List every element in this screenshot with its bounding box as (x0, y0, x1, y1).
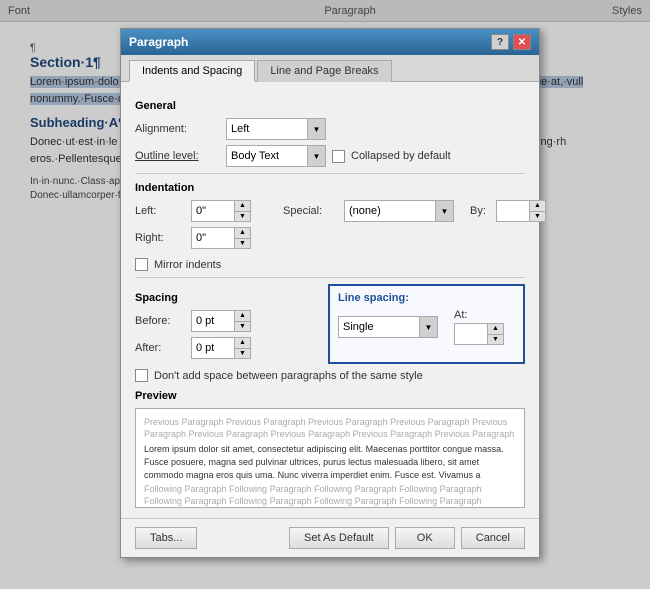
indent-special-col: Special: (none) ▼ By: ▲ ▼ (283, 200, 546, 254)
after-row: After: ▲ ▼ (135, 337, 312, 359)
footer-right-buttons: Set As Default OK Cancel (289, 527, 525, 549)
after-label: After: (135, 342, 185, 354)
preview-section: Preview Previous Paragraph Previous Para… (135, 390, 525, 508)
by-down[interactable]: ▼ (530, 212, 545, 222)
before-arrows: ▲ ▼ (234, 311, 250, 331)
outline-row: Outline level: Body Text ▼ Collapsed by … (135, 145, 525, 167)
dialog-titlebar: Paragraph ? ✕ (121, 29, 539, 55)
line-spacing-select[interactable]: Single ▼ (338, 316, 438, 338)
by-label: By: (470, 205, 486, 217)
indent-left-row: Left: ▲ ▼ (135, 200, 251, 222)
by-input[interactable] (497, 201, 529, 221)
collapsed-checkbox[interactable] (332, 150, 345, 163)
preview-prev-para: Previous Paragraph Previous Paragraph Pr… (144, 417, 516, 440)
dialog-title: Paragraph (129, 35, 188, 49)
outline-select[interactable]: Body Text ▼ (226, 145, 326, 167)
alignment-select[interactable]: Left ▼ (226, 118, 326, 140)
at-arrows: ▲ ▼ (487, 324, 503, 344)
right-down[interactable]: ▼ (235, 239, 250, 249)
title-buttons: ? ✕ (491, 34, 531, 50)
at-label: At: (454, 309, 504, 321)
before-input[interactable] (192, 311, 234, 331)
line-spacing-arrow: ▼ (419, 317, 437, 337)
special-arrow: ▼ (435, 201, 453, 221)
special-select[interactable]: (none) ▼ (344, 200, 454, 222)
at-spinbox[interactable]: ▲ ▼ (454, 323, 504, 345)
by-arrows: ▲ ▼ (529, 201, 545, 221)
dont-add-checkbox[interactable] (135, 369, 148, 382)
left-up[interactable]: ▲ (235, 201, 250, 212)
before-row: Before: ▲ ▼ (135, 310, 312, 332)
collapsed-label: Collapsed by default (351, 150, 451, 162)
spacing-section: Spacing Before: ▲ ▼ After: (135, 284, 525, 364)
close-button[interactable]: ✕ (513, 34, 531, 50)
outline-label: Outline level: (135, 150, 220, 162)
left-input[interactable] (192, 201, 234, 221)
left-spinbox[interactable]: ▲ ▼ (191, 200, 251, 222)
alignment-arrow: ▼ (307, 119, 325, 139)
at-field: At: ▲ ▼ (454, 309, 504, 345)
before-down[interactable]: ▼ (235, 322, 250, 332)
right-input[interactable] (192, 228, 234, 248)
line-spacing-row: Single ▼ At: ▲ ▼ (338, 309, 515, 345)
special-label: Special: (283, 205, 338, 217)
indent-left-col: Left: ▲ ▼ Right: ▲ (135, 200, 251, 254)
left-label: Left: (135, 205, 185, 217)
right-arrows: ▲ ▼ (234, 228, 250, 248)
after-arrows: ▲ ▼ (234, 338, 250, 358)
dont-add-row: Don't add space between paragraphs of th… (135, 369, 525, 382)
line-spacing-title: Line spacing: (338, 292, 515, 304)
tab-line-page-breaks[interactable]: Line and Page Breaks (257, 60, 391, 82)
after-down[interactable]: ▼ (235, 349, 250, 359)
indentation-label: Indentation (135, 182, 525, 194)
spacing-label: Spacing (135, 292, 312, 304)
at-down[interactable]: ▼ (488, 335, 503, 345)
right-up[interactable]: ▲ (235, 228, 250, 239)
divider-2 (135, 277, 525, 278)
special-row: Special: (none) ▼ By: ▲ ▼ (283, 200, 546, 222)
preview-box: Previous Paragraph Previous Paragraph Pr… (135, 408, 525, 508)
by-up[interactable]: ▲ (530, 201, 545, 212)
alignment-row: Alignment: Left ▼ (135, 118, 525, 140)
tab-indents-spacing[interactable]: Indents and Spacing (129, 60, 255, 82)
indentation-rows: Left: ▲ ▼ Right: ▲ (135, 200, 525, 254)
help-button[interactable]: ? (491, 34, 509, 50)
left-arrows: ▲ ▼ (234, 201, 250, 221)
preview-next-para: Following Paragraph Following Paragraph … (144, 484, 516, 508)
dont-add-label: Don't add space between paragraphs of th… (154, 370, 423, 382)
indent-right-row: Right: ▲ ▼ (135, 227, 251, 249)
preview-label: Preview (135, 390, 525, 402)
line-spacing-box: Line spacing: Single ▼ At: ▲ ▼ (328, 284, 525, 364)
paragraph-dialog: Paragraph ? ✕ Indents and Spacing Line a… (120, 28, 540, 558)
set-default-button[interactable]: Set As Default (289, 527, 389, 549)
general-section-label: General (135, 100, 525, 112)
dialog-body: General Alignment: Left ▼ Outline level:… (121, 82, 539, 518)
dialog-footer: Tabs... Set As Default OK Cancel (121, 518, 539, 557)
tabs-button[interactable]: Tabs... (135, 527, 197, 549)
right-spinbox[interactable]: ▲ ▼ (191, 227, 251, 249)
by-spinbox[interactable]: ▲ ▼ (496, 200, 546, 222)
divider-1 (135, 173, 525, 174)
preview-main-para: Lorem ipsum dolor sit amet, consectetur … (144, 443, 516, 481)
after-up[interactable]: ▲ (235, 338, 250, 349)
ok-button[interactable]: OK (395, 527, 455, 549)
at-up[interactable]: ▲ (488, 324, 503, 335)
alignment-label: Alignment: (135, 123, 220, 135)
dialog-tabs: Indents and Spacing Line and Page Breaks (121, 55, 539, 82)
cancel-button[interactable]: Cancel (461, 527, 525, 549)
spacing-left-col: Spacing Before: ▲ ▼ After: (135, 284, 312, 364)
after-spinbox[interactable]: ▲ ▼ (191, 337, 251, 359)
mirror-label: Mirror indents (154, 259, 221, 271)
right-label: Right: (135, 232, 185, 244)
left-down[interactable]: ▼ (235, 212, 250, 222)
mirror-row: Mirror indents (135, 258, 525, 271)
after-input[interactable] (192, 338, 234, 358)
at-input[interactable] (455, 324, 487, 344)
before-label: Before: (135, 315, 185, 327)
mirror-checkbox[interactable] (135, 258, 148, 271)
before-spinbox[interactable]: ▲ ▼ (191, 310, 251, 332)
before-up[interactable]: ▲ (235, 311, 250, 322)
outline-arrow: ▼ (307, 146, 325, 166)
